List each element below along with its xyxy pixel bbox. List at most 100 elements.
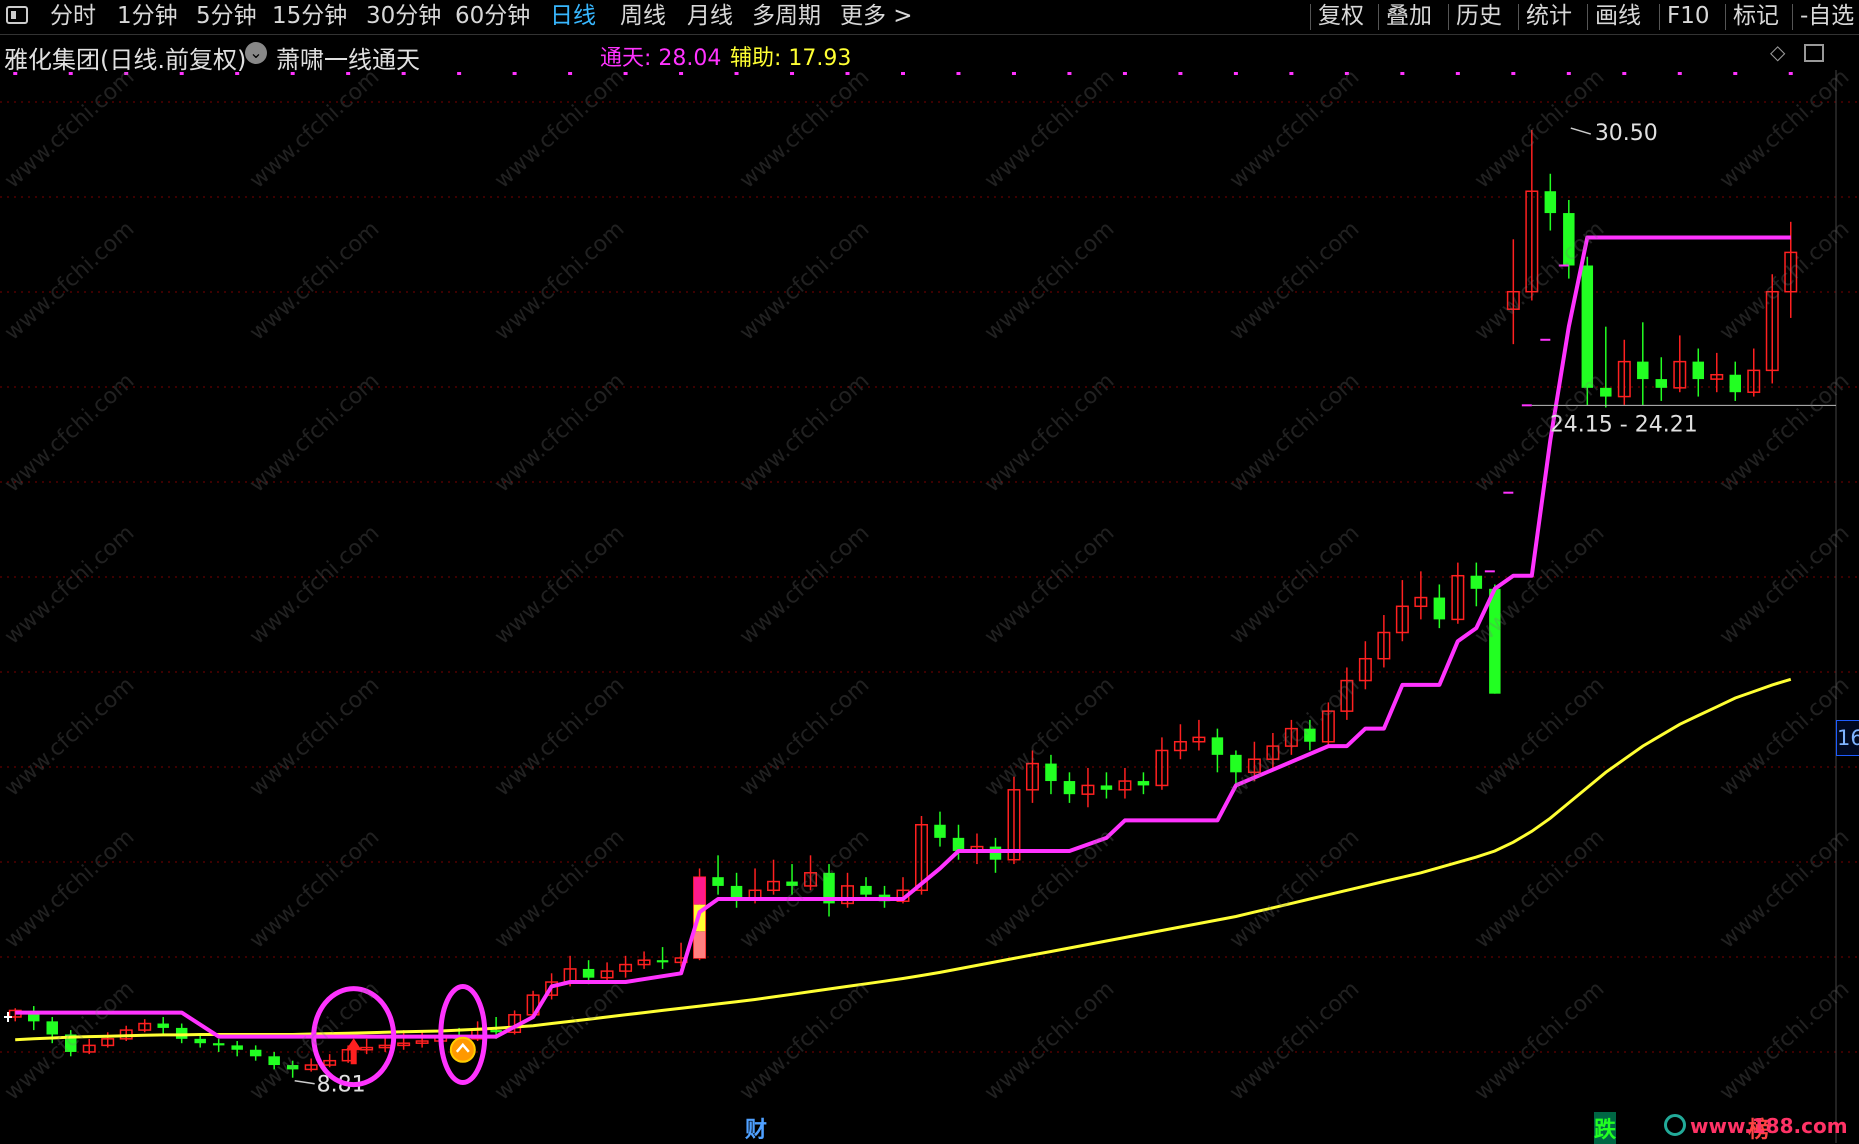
top-marker-dot: [1677, 72, 1682, 75]
top-marker-dot: [401, 72, 406, 75]
logo-text: www.188.com: [1690, 1114, 1848, 1138]
period-tab-10[interactable]: 更多 >: [840, 2, 913, 30]
site-logo: www.188.com: [1664, 1112, 1859, 1143]
candle-body: [1100, 785, 1113, 790]
period-tab-6[interactable]: 日线: [550, 2, 596, 30]
top-marker-dot: [235, 72, 240, 75]
period-tab-2[interactable]: 5分钟: [196, 2, 257, 30]
period-tab-8[interactable]: 月线: [687, 2, 733, 30]
candle-body: [194, 1038, 206, 1044]
candle-body: [1729, 374, 1742, 393]
candle-body: [212, 1043, 225, 1046]
candle-body: [1137, 781, 1150, 786]
signal-bar-bottom: [693, 931, 706, 959]
title-bar: 雅化集团(日线.前复权) ⌄ 萧啸一线通天 通天: 28.04 辅助: 17.9…: [0, 36, 1859, 74]
top-marker-dot: [512, 72, 517, 75]
fall-marker[interactable]: 跌: [1594, 1112, 1617, 1144]
period-tab-1[interactable]: 1分钟: [117, 2, 178, 30]
period-tab-7[interactable]: 周线: [620, 2, 666, 30]
candle-body: [157, 1023, 169, 1028]
candle-body: [1544, 191, 1557, 214]
candle-body: [952, 837, 965, 851]
dropdown-chevron-icon[interactable]: ⌄: [245, 42, 267, 64]
toolbar-button-3[interactable]: 统计: [1526, 2, 1572, 30]
diamond-icon[interactable]: ◇: [1770, 40, 1785, 64]
candle-body: [1433, 597, 1446, 620]
toolbar-button-4[interactable]: 画线: [1595, 2, 1641, 30]
toolbar-separator: [1448, 4, 1449, 30]
top-marker-dot: [956, 72, 961, 75]
top-marker-dot: [1788, 72, 1793, 75]
top-marker-dot: [68, 72, 73, 75]
period-tab-5[interactable]: 60分钟: [455, 2, 530, 30]
candle-body: [712, 877, 724, 886]
top-marker-dot: [1011, 72, 1016, 75]
toolbar-button-2[interactable]: 历史: [1456, 2, 1502, 30]
top-marker-dot: [734, 72, 739, 75]
toolbar-separator: [1792, 4, 1793, 30]
candle-body: [1211, 737, 1224, 755]
candle-body: [860, 885, 872, 895]
top-marker-dot: [457, 72, 462, 75]
top-marker-dot: [1511, 72, 1516, 75]
top-marker-dot: [1178, 72, 1183, 75]
candle-body: [231, 1045, 243, 1050]
top-marker-dot: [346, 72, 351, 75]
top-marker-dot: [13, 72, 18, 75]
candle-body: [1655, 379, 1668, 388]
high-price-label: 30.50: [1595, 121, 1658, 146]
top-marker-dot: [1122, 72, 1127, 75]
candle-body: [1470, 575, 1483, 589]
tongtian-value: 通天: 28.04: [600, 46, 722, 71]
toolbar-separator: [1587, 4, 1588, 30]
top-marker-dot: [1233, 72, 1238, 75]
top-marker-dot: [623, 72, 628, 75]
toolbar-separator: [1378, 4, 1379, 30]
period-tab-4[interactable]: 30分钟: [366, 2, 441, 30]
candle-body: [46, 1021, 58, 1035]
toolbar-button-5[interactable]: F10: [1667, 2, 1710, 30]
top-marker-dot: [790, 72, 795, 75]
toolbar-separator: [1518, 4, 1519, 30]
top-marker-dot: [1455, 72, 1460, 75]
top-marker-dot: [1733, 72, 1738, 75]
toolbar: 分时 1分钟 5分钟 15分钟 30分钟 60分钟 日线 周线 月线 多周期 更多 > 复权 叠加 历史…: [0, 0, 1859, 35]
low-pointer: [294, 1079, 315, 1085]
candle-body: [490, 1030, 502, 1033]
period-tab-9[interactable]: 多周期: [752, 2, 821, 30]
candle-body: [1063, 781, 1076, 795]
buy-signal-icon: [449, 1036, 476, 1063]
top-marker-dot: [1289, 72, 1294, 75]
candle-body: [249, 1049, 262, 1057]
toolbar-button-1[interactable]: 叠加: [1386, 2, 1432, 30]
logo-icon: [1664, 1114, 1686, 1136]
finance-marker[interactable]: 财: [745, 1112, 767, 1144]
top-marker-dot: [1622, 72, 1627, 75]
top-marker-dot: [290, 72, 295, 75]
toolbar-separator: [1659, 4, 1660, 30]
menu-icon[interactable]: [6, 6, 28, 24]
signal-bar-top: [693, 877, 706, 905]
period-tab-0[interactable]: 分时: [50, 2, 96, 30]
top-marker-dot: [679, 72, 684, 75]
top-marker-dot: [179, 72, 184, 75]
candle-body: [1692, 361, 1705, 380]
fuzhu-value: 辅助: 17.93: [730, 46, 852, 71]
top-marker-dot: [901, 72, 905, 75]
toolbar-button-0[interactable]: 复权: [1318, 2, 1364, 30]
price-axis-tag: 16: [1836, 720, 1859, 756]
candle-body: [1637, 361, 1649, 380]
toolbar-separator: [1310, 4, 1311, 30]
period-tab-3[interactable]: 15分钟: [272, 2, 347, 30]
candle-body: [934, 824, 946, 838]
toolbar-button-7[interactable]: -自选: [1800, 2, 1854, 30]
toolbar-separator: [1725, 4, 1726, 30]
toolbar-button-6[interactable]: 标记: [1733, 2, 1779, 30]
top-marker-dot: [1067, 72, 1072, 75]
candle-body: [1045, 763, 1057, 782]
high-pointer: [1570, 127, 1592, 135]
top-marker-dot: [568, 72, 573, 75]
top-marker-dot: [1566, 72, 1571, 75]
candle-body: [989, 846, 1002, 860]
panel-toggle-icon[interactable]: [1804, 44, 1824, 62]
